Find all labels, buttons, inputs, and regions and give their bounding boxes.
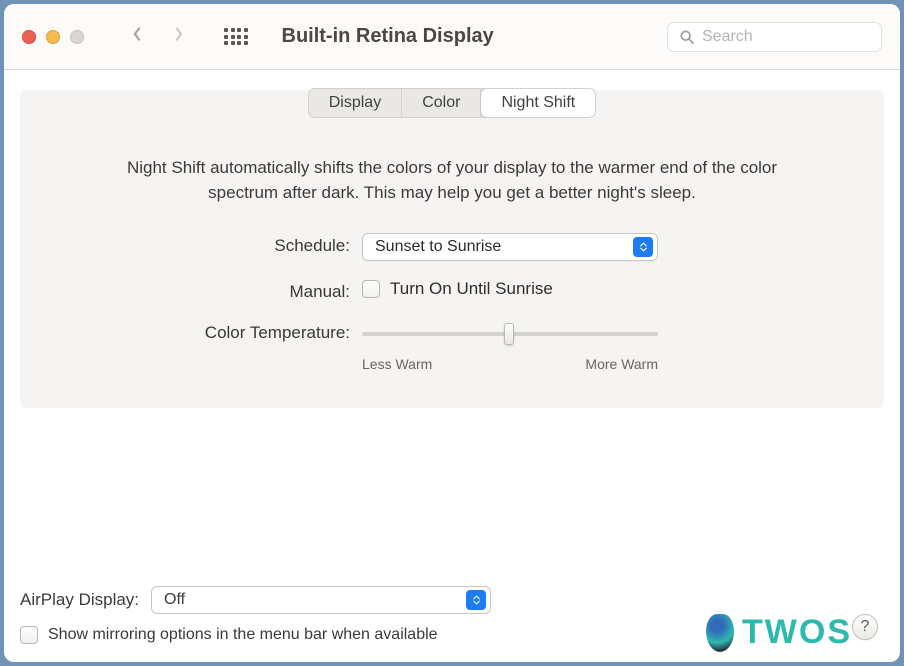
traffic-lights <box>22 30 84 44</box>
color-temperature-row: Color Temperature: Less Warm More Warm <box>140 320 764 372</box>
help-icon: ? <box>861 618 870 636</box>
zoom-window-button[interactable] <box>70 30 84 44</box>
manual-checkbox-label: Turn On Until Sunrise <box>390 279 553 299</box>
chevron-left-icon <box>130 27 144 41</box>
bottom-section: AirPlay Display: Off Show mirroring opti… <box>20 586 491 644</box>
close-window-button[interactable] <box>22 30 36 44</box>
toolbar: Built-in Retina Display Search <box>4 4 900 70</box>
mirroring-label: Show mirroring options in the menu bar w… <box>48 626 438 644</box>
nav-buttons <box>130 27 186 46</box>
schedule-row: Schedule: Sunset to Sunrise <box>140 233 764 261</box>
chevron-right-icon <box>172 27 186 41</box>
schedule-value: Sunset to Sunrise <box>375 238 501 256</box>
mirroring-row: Show mirroring options in the menu bar w… <box>20 626 491 644</box>
show-all-button[interactable] <box>224 28 248 45</box>
window-title: Built-in Retina Display <box>282 25 494 48</box>
manual-checkbox[interactable] <box>362 280 380 298</box>
slider-labels: Less Warm More Warm <box>362 356 658 372</box>
color-temperature-slider[interactable] <box>362 324 658 344</box>
airplay-value: Off <box>164 591 185 609</box>
bulb-icon <box>706 614 734 652</box>
manual-row: Manual: Turn On Until Sunrise <box>140 279 764 302</box>
search-icon <box>680 30 694 44</box>
forward-button[interactable] <box>172 27 186 46</box>
slider-min-label: Less Warm <box>362 356 432 372</box>
color-temperature-label: Color Temperature: <box>140 320 350 343</box>
tab-night-shift[interactable]: Night Shift <box>480 88 596 118</box>
slider-thumb[interactable] <box>504 323 514 345</box>
airplay-label: AirPlay Display: <box>20 590 139 610</box>
manual-label: Manual: <box>140 279 350 302</box>
help-button[interactable]: ? <box>852 614 878 640</box>
night-shift-form: Schedule: Sunset to Sunrise Manual: <box>80 233 824 372</box>
slider-max-label: More Warm <box>585 356 658 372</box>
search-field[interactable]: Search <box>667 22 882 52</box>
tab-color[interactable]: Color <box>402 89 481 117</box>
schedule-label: Schedule: <box>140 233 350 256</box>
airplay-dropdown[interactable]: Off <box>151 586 491 614</box>
preferences-window: Built-in Retina Display Search Display C… <box>4 4 900 662</box>
updown-arrows-icon <box>633 237 653 257</box>
airplay-row: AirPlay Display: Off <box>20 586 491 614</box>
mirroring-checkbox[interactable] <box>20 626 38 644</box>
main-panel: Display Color Night Shift Night Shift au… <box>20 90 884 408</box>
minimize-window-button[interactable] <box>46 30 60 44</box>
watermark: TWOS <box>706 613 852 652</box>
updown-arrows-icon <box>466 590 486 610</box>
tab-segmented-control: Display Color Night Shift <box>308 88 597 118</box>
night-shift-description: Night Shift automatically shifts the col… <box>80 156 824 205</box>
back-button[interactable] <box>130 27 144 46</box>
search-placeholder: Search <box>702 28 753 46</box>
schedule-dropdown[interactable]: Sunset to Sunrise <box>362 233 658 261</box>
tab-display[interactable]: Display <box>309 89 402 117</box>
watermark-text: TWOS <box>742 613 852 652</box>
